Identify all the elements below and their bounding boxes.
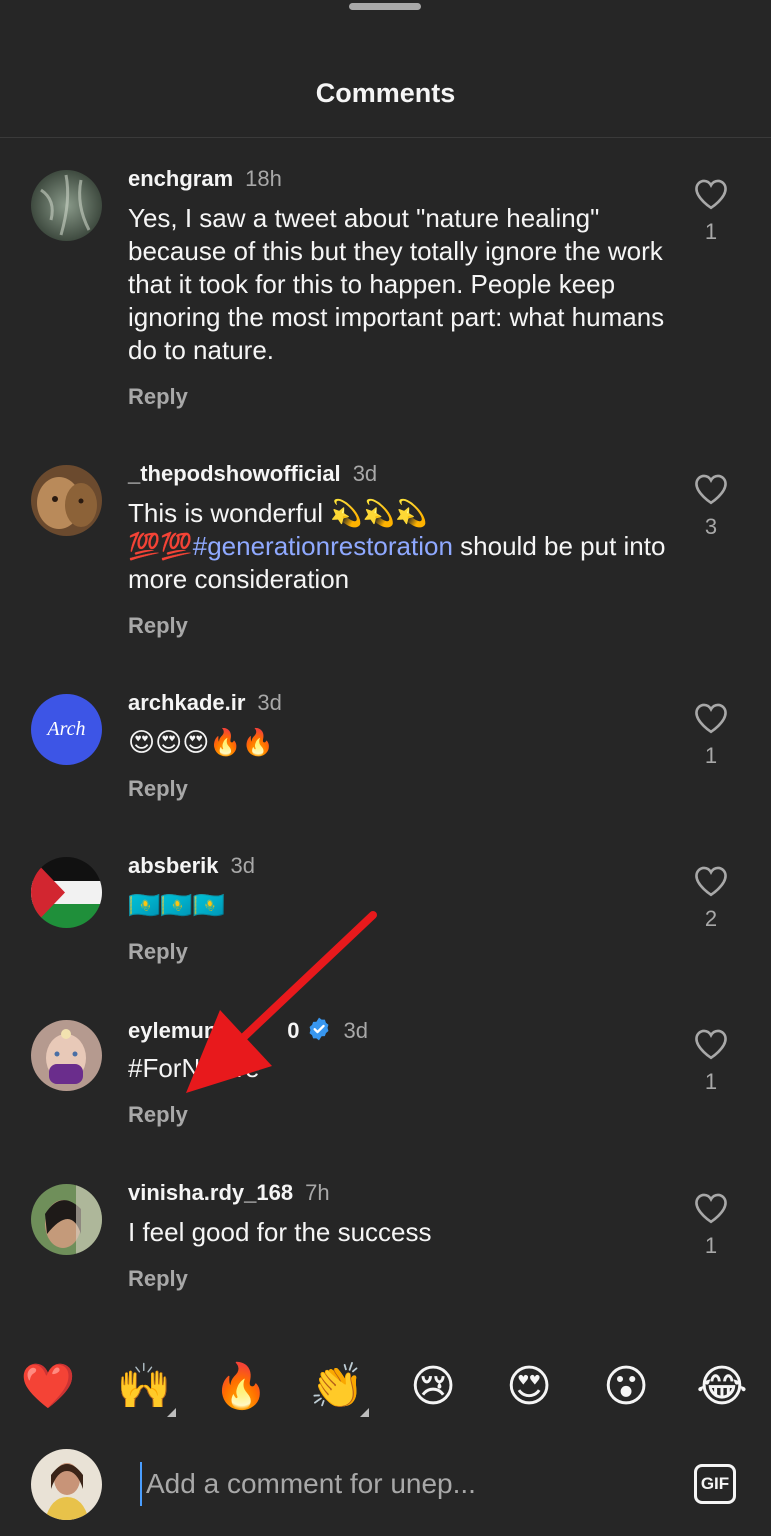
comment-meta: vinisha.rdy_168 7h bbox=[128, 1180, 330, 1206]
avatar[interactable] bbox=[31, 857, 102, 928]
username-suffix: 0 bbox=[287, 1018, 300, 1043]
avatar[interactable] bbox=[31, 1449, 102, 1520]
clapping-emoji-button[interactable]: 👏 bbox=[305, 1355, 369, 1419]
fire-emoji-button[interactable]: 🔥 bbox=[209, 1355, 273, 1419]
like-count: 1 bbox=[704, 1233, 718, 1258]
like-count: 3 bbox=[704, 514, 718, 539]
comment-input[interactable] bbox=[140, 1462, 666, 1506]
avatar[interactable] bbox=[31, 1020, 102, 1091]
heart-icon[interactable] bbox=[693, 702, 729, 734]
comment-meta: enchgram 18h bbox=[128, 166, 282, 192]
username[interactable]: eylemun bbox=[128, 1018, 217, 1043]
timestamp: 18h bbox=[245, 166, 282, 191]
page-title: Comments bbox=[315, 78, 456, 108]
heart-icon[interactable] bbox=[693, 473, 729, 505]
verified-badge-icon bbox=[306, 1016, 332, 1048]
skin-tone-indicator-icon bbox=[167, 1408, 176, 1417]
like-count: 1 bbox=[704, 743, 718, 768]
reply-button[interactable]: Reply bbox=[128, 384, 188, 410]
timestamp: 3d bbox=[343, 1018, 368, 1043]
heart-icon[interactable] bbox=[693, 178, 729, 210]
avatar-logo-text: Arch bbox=[47, 718, 86, 740]
timestamp: 3d bbox=[257, 690, 282, 715]
avatar[interactable] bbox=[31, 170, 102, 241]
heart-icon[interactable] bbox=[693, 865, 729, 897]
avatar[interactable] bbox=[31, 465, 102, 536]
heart-icon[interactable] bbox=[693, 1028, 729, 1060]
comment-text: This is wonderful 💫💫💫 💯💯#generationresto… bbox=[128, 497, 688, 596]
avatar[interactable] bbox=[31, 1184, 102, 1255]
heart-emoji-button[interactable]: ❤️ bbox=[16, 1355, 80, 1419]
heart-eyes-emoji-button[interactable]: 😍 bbox=[497, 1355, 561, 1419]
comment-meta: eylemun 0 3d bbox=[128, 1016, 368, 1048]
reply-button[interactable]: Reply bbox=[128, 939, 188, 965]
comment-text: 😍😍😍🔥🔥 bbox=[128, 727, 275, 757]
comment-meta: _thepodshowofficial 3d bbox=[128, 461, 377, 487]
avatar[interactable]: Arch bbox=[31, 694, 102, 765]
flag-icon bbox=[31, 857, 102, 928]
reply-button[interactable]: Reply bbox=[128, 1102, 188, 1128]
username[interactable]: _thepodshowofficial bbox=[128, 461, 341, 486]
raising-hands-emoji: 🙌 bbox=[116, 1362, 172, 1411]
timestamp: 3d bbox=[230, 853, 255, 878]
username[interactable]: archkade.ir bbox=[128, 690, 245, 715]
username[interactable]: enchgram bbox=[128, 166, 233, 191]
skin-tone-indicator-icon bbox=[360, 1408, 369, 1417]
hashtag-link[interactable]: #generationrestoration bbox=[193, 531, 453, 561]
like-count: 1 bbox=[704, 219, 718, 244]
clapping-emoji: 👏 bbox=[309, 1362, 365, 1411]
comment-text: Yes, I saw a tweet about "nature healing… bbox=[128, 203, 665, 365]
raising-hands-emoji-button[interactable]: 🙌 bbox=[112, 1355, 176, 1419]
reply-button[interactable]: Reply bbox=[128, 613, 188, 639]
gif-button[interactable]: GIF bbox=[694, 1464, 736, 1504]
tears-of-joy-emoji-button[interactable]: 😂 bbox=[690, 1355, 754, 1419]
heart-icon[interactable] bbox=[693, 1192, 729, 1224]
comment-text: I feel good for the success bbox=[128, 1217, 432, 1247]
surprised-emoji-button[interactable]: 😮 bbox=[594, 1355, 658, 1419]
like-count: 2 bbox=[704, 906, 718, 931]
reply-button[interactable]: Reply bbox=[128, 776, 188, 802]
comment-meta: absberik 3d bbox=[128, 853, 255, 879]
like-count: 1 bbox=[704, 1069, 718, 1094]
emoji-reaction-bar: ❤️ 🙌 🔥 👏 😢 😍 😮 😂 bbox=[0, 1355, 771, 1425]
username[interactable]: vinisha.rdy_168 bbox=[128, 1180, 293, 1205]
crying-emoji-button[interactable]: 😢 bbox=[401, 1355, 465, 1419]
username[interactable]: absberik bbox=[128, 853, 219, 878]
reply-button[interactable]: Reply bbox=[128, 1266, 188, 1292]
comment-text: 🇰🇿🇰🇿🇰🇿 bbox=[128, 890, 226, 920]
comment-meta: archkade.ir 3d bbox=[128, 690, 282, 716]
comments-header: Comments bbox=[0, 0, 771, 138]
timestamp: 7h bbox=[305, 1180, 330, 1205]
timestamp: 3d bbox=[352, 461, 378, 486]
comment-composer: GIF bbox=[0, 1440, 771, 1536]
comment-text: #ForNature bbox=[128, 1053, 260, 1083]
